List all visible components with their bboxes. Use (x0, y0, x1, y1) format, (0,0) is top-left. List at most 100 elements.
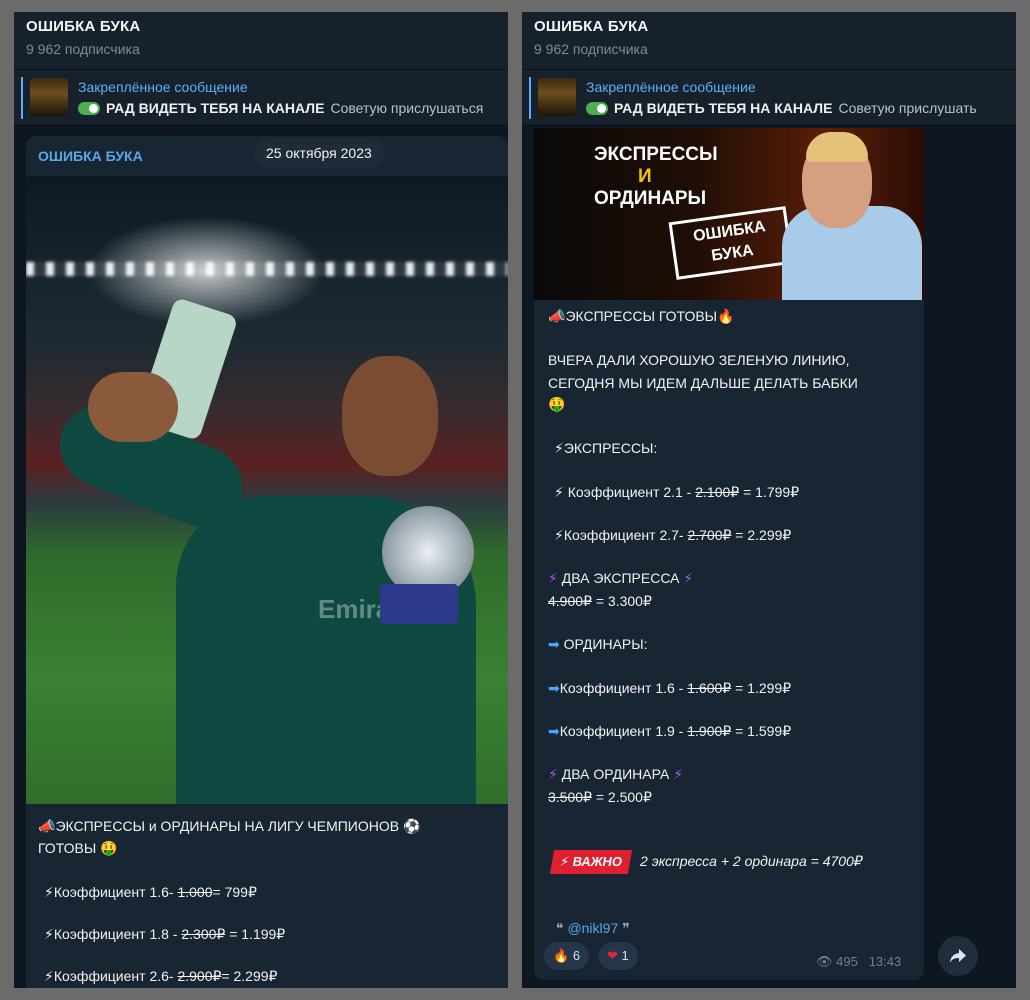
hand-shape (88, 372, 178, 442)
right-channel-panel: ОШИБКА БУКА 9 962 подписчика Закреплённо… (522, 12, 1016, 988)
new-price: = 3.300₽ (591, 593, 652, 609)
share-button[interactable] (938, 936, 978, 976)
lightning-icon: ⚡ (554, 527, 564, 543)
odds-line-1: ⚡Коэффициент 1.6- 1.000= 799₽ (44, 884, 257, 901)
lightning-icon: ⚡ (44, 968, 54, 984)
pinned-message-bar[interactable]: Закреплённое сообщение РАД ВИДЕТЬ ТЕБЯ Н… (14, 70, 508, 126)
quote-open-icon: ❝ (556, 920, 564, 936)
pinned-indicator (21, 77, 23, 119)
old-price: 1.900₽ (687, 723, 732, 739)
express-header: ⚡ЭКСПРЕССЫ: (554, 440, 657, 457)
fire-icon: 🔥 (553, 948, 570, 963)
new-price: = 1.799₽ (739, 484, 800, 500)
trophy-base (380, 584, 458, 624)
message-sender[interactable]: ОШИБКА БУКА (38, 148, 143, 164)
stadium-lights (26, 262, 508, 276)
odds-label: Коэффициент 2.1 - (567, 484, 696, 500)
money-face-icon: 🤑 (548, 396, 566, 412)
ordinar-line-2: ➡Коэффициент 1.9 - 1.900₽ = 1.599₽ (548, 723, 791, 740)
important-text: 2 экспресса + 2 ординара = 4700₽ (640, 853, 863, 869)
headline-text-2: ГОТОВЫ (38, 840, 97, 856)
pinned-preview: РАД ВИДЕТЬ ТЕБЯ НА КАНАЛЕ Советую прислу… (78, 100, 483, 116)
player-hair (806, 132, 868, 162)
odds-label: Коэффициент 1.6- (53, 884, 178, 900)
subscriber-count: 9 962 подписчика (26, 41, 140, 57)
eye-icon: 👁 (816, 954, 833, 969)
channel-title: ОШИБКА БУКА (534, 18, 649, 35)
two-ordinar-text: ДВА ОРДИНАРА (561, 766, 670, 782)
ordinar-line-1: ➡Коэффициент 1.6 - 1.600₽ = 1.299₽ (548, 680, 791, 697)
odds-label: Коэффициент 1.8 - (53, 926, 182, 942)
message-time: 13:43 (868, 954, 902, 969)
post-title-text: ЭКСПРЕССЫ ГОТОВЫ (565, 308, 718, 324)
player-head (342, 356, 438, 476)
old-price: 1.000 (177, 884, 213, 900)
pinned-bold-text: РАД ВИДЕТЬ ТЕБЯ НА КАНАЛЕ (614, 100, 833, 116)
reaction-count: 1 (621, 948, 629, 963)
reaction-fire[interactable]: 🔥 6 (544, 942, 590, 970)
pinned-title: Закреплённое сообщение (78, 79, 248, 95)
reaction-heart[interactable]: ❤ 1 (598, 942, 638, 970)
money-face-icon: 🤑 (100, 840, 118, 856)
purple-lightning-icon: ⚡ (673, 766, 684, 782)
two-express-text: ДВА ЭКСПРЕССА (561, 570, 680, 586)
two-express-title: ⚡ ДВА ЭКСПРЕССА ⚡ (548, 570, 693, 587)
pinned-thumbnail (30, 78, 68, 116)
author-link[interactable]: @nikl97 (567, 920, 618, 936)
two-express-price: 4.900₽ = 3.300₽ (548, 593, 652, 610)
post-title: 📣ЭКСПРЕССЫ ГОТОВЫ🔥 (548, 308, 735, 325)
channel-title: ОШИБКА БУКА (26, 18, 141, 35)
reaction-count: 6 (572, 948, 581, 963)
toggle-icon (586, 101, 608, 115)
odds-line-2: ⚡Коэффициент 1.8 - 2.300₽ = 1.199₽ (44, 926, 285, 943)
soccer-ball-icon: ⚽ (403, 818, 421, 834)
pinned-indicator (529, 77, 531, 119)
promo-banner[interactable]: ЭКСПРЕССЫ И ОРДИНАРЫ ОШИБКА БУКА (534, 128, 924, 300)
channel-header[interactable]: ОШИБКА БУКА 9 962 подписчика (522, 12, 1016, 70)
banner-line-3: ОРДИНАРЫ (594, 188, 707, 209)
subscriber-count: 9 962 подписчика (534, 41, 648, 57)
purple-lightning-icon: ⚡ (548, 570, 558, 586)
old-price: 2.100₽ (695, 484, 740, 500)
arrow-right-icon: ➡ (548, 723, 560, 739)
important-badge-text: ВАЖНО (571, 854, 624, 869)
author-line: ❝ @nikl97 ❞ (556, 920, 630, 937)
pinned-message-bar[interactable]: Закреплённое сообщение РАД ВИДЕТЬ ТЕБЯ Н… (522, 70, 1016, 126)
quote-close-icon: ❞ (622, 920, 630, 936)
ordinar-header-text: ОРДИНАРЫ: (563, 636, 648, 652)
banner-line-2: И (638, 166, 652, 187)
message-bubble: ОШИБКА БУКА 25 октября 2023 Emira 📣ЭКСПР… (26, 136, 508, 988)
odds-label: Коэффициент 1.6 - (559, 680, 688, 696)
pinned-thumbnail (538, 78, 576, 116)
important-badge: ⚡ ВАЖНО (549, 850, 633, 874)
old-price: 2.300₽ (181, 926, 226, 942)
new-price: = 799₽ (212, 884, 257, 900)
banner-headline: ЭКСПРЕССЫ И ОРДИНАРЫ (594, 144, 718, 210)
share-icon (950, 949, 966, 963)
left-channel-panel: ОШИБКА БУКА 9 962 подписчика Закреплённо… (14, 12, 508, 988)
message-photo[interactable]: Emira (26, 176, 508, 804)
odds-label: Коэффициент 2.7- (563, 527, 688, 543)
toggle-icon (78, 101, 100, 115)
lightning-icon: ⚡ (554, 484, 564, 500)
channel-header[interactable]: ОШИБКА БУКА 9 962 подписчика (14, 12, 508, 70)
pinned-rest-text: Советую прислушать (838, 100, 977, 116)
ordinar-header: ➡ ОРДИНАРЫ: (548, 636, 648, 653)
lightning-icon: ⚡ (554, 440, 564, 456)
pinned-bold-text: РАД ВИДЕТЬ ТЕБЯ НА КАНАЛЕ (106, 100, 325, 116)
pinned-title: Закреплённое сообщение (586, 79, 756, 95)
express-header-text: ЭКСПРЕССЫ: (563, 440, 658, 456)
headline-line-2: ГОТОВЫ 🤑 (38, 840, 118, 857)
important-line: ⚡ ВАЖНО 2 экспресса + 2 ординара = 4700₽ (549, 850, 863, 874)
express-line-1: ⚡ Коэффициент 2.1 - 2.100₽ = 1.799₽ (554, 484, 799, 501)
heart-icon: ❤ (607, 948, 618, 963)
view-count: 495 (836, 954, 858, 969)
express-line-2: ⚡Коэффициент 2.7- 2.700₽ = 2.299₽ (554, 527, 791, 544)
headline-line-1: 📣ЭКСПРЕССЫ и ОРДИНАРЫ НА ЛИГУ ЧЕМПИОНОВ … (38, 818, 420, 835)
fire-icon: 🔥 (717, 308, 735, 324)
old-price: 2.700₽ (687, 527, 732, 543)
new-price: = 2.299₽ (221, 968, 278, 984)
message-meta: 👁 495 13:43 (816, 954, 901, 970)
old-price: 2.900₽ (177, 968, 222, 984)
new-price: = 1.199₽ (225, 926, 286, 942)
